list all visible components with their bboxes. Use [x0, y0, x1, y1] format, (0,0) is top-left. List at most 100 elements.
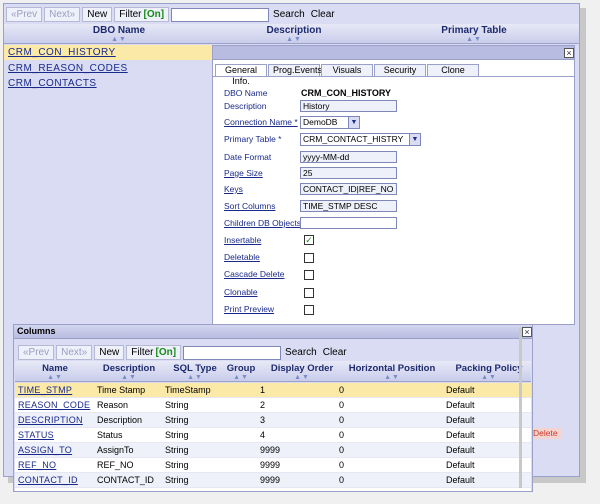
description-field[interactable]: History [300, 100, 397, 112]
new-button[interactable]: New [82, 7, 113, 22]
column-name-link[interactable]: DESCRIPTION [18, 413, 83, 428]
clear-button[interactable]: Clear [309, 9, 337, 20]
sort-arrows-icon[interactable]: ▲▼ [225, 374, 257, 381]
sort-arrows-icon[interactable]: ▲▼ [343, 374, 441, 381]
close-icon[interactable]: × [522, 327, 532, 337]
page-size-label[interactable]: Page Size [224, 168, 263, 178]
column-packing-policy: Default [446, 415, 475, 425]
sort-arrows-icon[interactable]: ▲▼ [97, 374, 161, 381]
columns-next-button[interactable]: Next» [56, 345, 93, 360]
keys-field[interactable]: CONTACT_ID|REF_NO [300, 183, 397, 195]
clonable-label[interactable]: Clonable [224, 287, 258, 297]
chevron-down-icon[interactable]: ▼ [348, 117, 359, 128]
sort-columns-field[interactable]: TIME_STMP DESC [300, 200, 397, 212]
columns-search-input[interactable] [183, 345, 282, 360]
header-group[interactable]: Group ▲▼ [225, 363, 257, 381]
column-name-link[interactable]: REF_NO [18, 458, 56, 473]
columns-title: Columns [14, 325, 532, 339]
sort-arrows-icon[interactable]: ▲▼ [74, 36, 164, 43]
insertable-checkbox[interactable]: ✓ [304, 235, 314, 245]
cascade-delete-label[interactable]: Cascade Delete [224, 269, 284, 279]
children-db-objects-label[interactable]: Children DB Objects [224, 218, 301, 228]
clonable-checkbox[interactable] [304, 288, 314, 298]
sort-arrows-icon[interactable]: ▲▼ [165, 374, 225, 381]
deletable-label[interactable]: Deletable [224, 252, 260, 262]
tab-prog-events[interactable]: Prog.Events [268, 64, 322, 76]
columns-search-button[interactable]: Search [283, 347, 319, 358]
sort-arrows-icon[interactable]: ▲▼ [260, 374, 344, 381]
column-name-link[interactable]: CONTACT_ID [18, 473, 78, 488]
dbo-row[interactable]: CRM_CONTACTS [4, 76, 212, 91]
table-row[interactable]: CONTACT_ID CONTACT_ID String 9999 0 Defa… [15, 473, 531, 488]
cascade-delete-checkbox[interactable] [304, 270, 314, 280]
header-name[interactable]: Name ▲▼ [17, 363, 93, 381]
header-display-order-label: Display Order [270, 363, 334, 374]
print-preview-label[interactable]: Print Preview [224, 304, 274, 314]
column-description: Time Stamp [97, 385, 146, 395]
dbo-name-link[interactable]: CRM_CONTACTS [8, 78, 97, 89]
close-icon[interactable]: × [564, 48, 574, 58]
tab-general-info[interactable]: General Info. [215, 64, 267, 86]
next-button[interactable]: Next» [44, 7, 81, 22]
page-size-field[interactable]: 25 [300, 167, 397, 179]
header-description[interactable]: Description ▲▼ [97, 363, 161, 381]
sort-columns-label[interactable]: Sort Columns [224, 201, 276, 211]
columns-prev-button[interactable]: «Prev [18, 345, 55, 360]
table-row[interactable]: REF_NO REF_NO String 9999 0 Default [15, 458, 531, 473]
header-dbo-name[interactable]: DBO Name ▲▼ [74, 25, 164, 43]
column-packing-policy: Default [446, 475, 475, 485]
deletable-checkbox[interactable] [304, 253, 314, 263]
tab-visuals[interactable]: Visuals [321, 64, 373, 76]
sort-arrows-icon[interactable]: ▲▼ [17, 374, 93, 381]
main-toolbar: «Prev Next» New Filter [On] Search Clear [6, 6, 337, 23]
columns-toolbar: «Prev Next» New Filter [On] Search Clear [18, 345, 349, 360]
keys-label[interactable]: Keys [224, 184, 243, 194]
connection-name-label[interactable]: Connection Name * [224, 117, 298, 127]
dbo-row[interactable]: CRM_REASON_CODES [4, 61, 212, 76]
column-sql-type: TimeStamp [165, 385, 211, 395]
columns-filter-toggle[interactable]: Filter [On] [126, 345, 182, 360]
header-sql-type[interactable]: SQL Type ▲▼ [165, 363, 225, 381]
columns-filter-label: Filter [131, 347, 154, 358]
dbo-row[interactable]: CRM_CON_HISTORY [4, 45, 212, 60]
delete-button[interactable]: Delete [530, 428, 561, 439]
sort-arrows-icon[interactable]: ▲▼ [424, 36, 524, 43]
header-description[interactable]: Description ▲▼ [249, 25, 339, 43]
print-preview-checkbox[interactable] [304, 305, 314, 315]
primary-table-select[interactable]: CRM_CONTACT_HISTRY ▼ [300, 133, 421, 146]
table-row[interactable]: ASSIGN_TO AssignTo String 9999 0 Default [15, 443, 531, 458]
header-horizontal-position[interactable]: Horizontal Position ▲▼ [343, 363, 441, 381]
dbo-name-link[interactable]: CRM_CON_HISTORY [8, 47, 116, 58]
column-name-link[interactable]: STATUS [18, 428, 54, 443]
connection-name-select[interactable]: DemoDB ▼ [300, 116, 360, 129]
sort-arrows-icon[interactable]: ▲▼ [249, 36, 339, 43]
header-group-label: Group [226, 363, 256, 374]
search-input[interactable] [171, 7, 270, 22]
tab-security[interactable]: Security [374, 64, 426, 76]
table-row[interactable]: DESCRIPTION Description String 3 0 Defau… [15, 413, 531, 428]
table-row[interactable]: TIME_STMP Time Stamp TimeStamp 1 0 Defau… [15, 383, 531, 398]
dbo-name-link[interactable]: CRM_REASON_CODES [8, 63, 128, 74]
search-button[interactable]: Search [271, 9, 307, 20]
children-db-objects-field[interactable] [300, 217, 397, 229]
filter-toggle[interactable]: Filter [On] [114, 7, 170, 22]
header-description-label: Description [102, 363, 156, 374]
table-row[interactable]: STATUS Status String 4 0 Default [15, 428, 531, 443]
header-primary-table[interactable]: Primary Table ▲▼ [424, 25, 524, 43]
column-name-link[interactable]: TIME_STMP [18, 383, 72, 398]
tab-divider [213, 76, 574, 77]
column-sql-type: String [165, 445, 189, 455]
columns-new-button[interactable]: New [94, 345, 125, 360]
insertable-label[interactable]: Insertable [224, 235, 261, 245]
date-format-field[interactable]: yyyy-MM-dd [300, 151, 397, 163]
table-row[interactable]: REASON_CODE Reason String 2 0 Default [15, 398, 531, 413]
prev-button[interactable]: «Prev [6, 7, 43, 22]
chevron-down-icon[interactable]: ▼ [409, 134, 420, 145]
column-name-link[interactable]: REASON_CODE [18, 398, 90, 413]
tab-clone[interactable]: Clone [427, 64, 479, 76]
columns-clear-button[interactable]: Clear [321, 347, 349, 358]
column-description: Description [97, 415, 143, 425]
column-name-link[interactable]: ASSIGN_TO [18, 443, 72, 458]
header-horizontal-position-label: Horizontal Position [348, 363, 436, 374]
header-display-order[interactable]: Display Order ▲▼ [260, 363, 344, 381]
